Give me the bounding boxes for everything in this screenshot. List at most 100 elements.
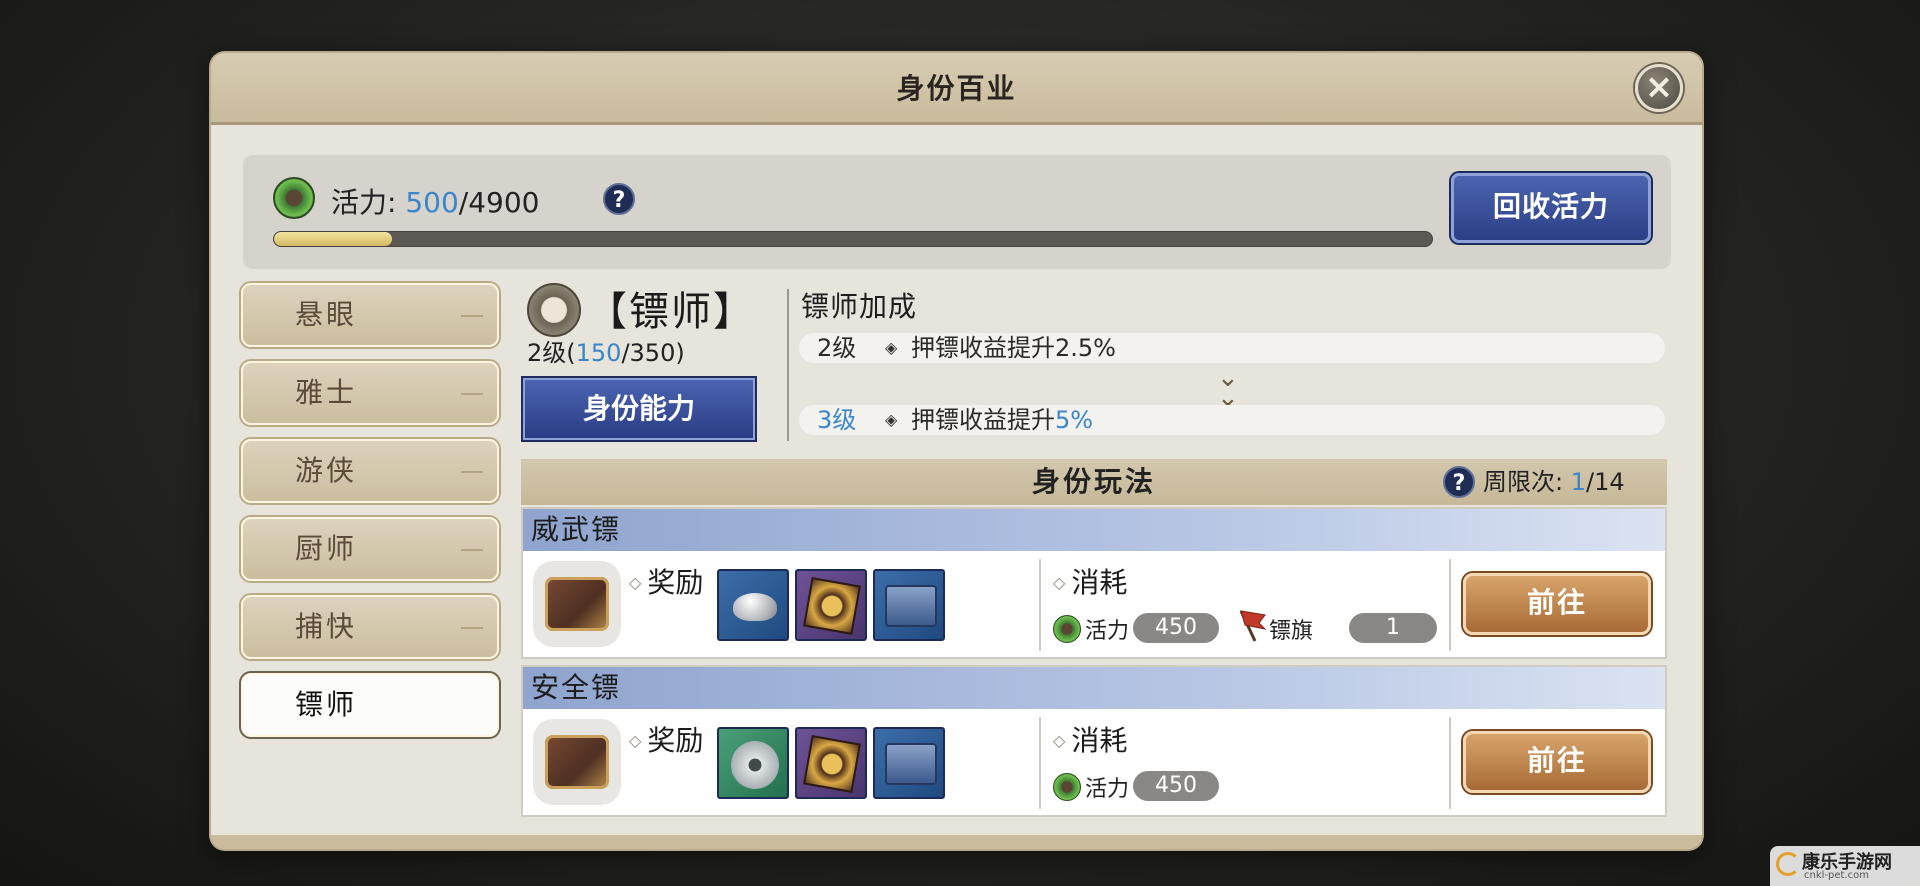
tab-bukuai[interactable]: 捕快 bbox=[241, 595, 499, 659]
vitality-box: 活力: 500/4900 ? 回收活力 bbox=[243, 155, 1671, 269]
cost-amount: 450 bbox=[1133, 613, 1219, 643]
cost-name: 镖旗 bbox=[1269, 619, 1314, 644]
tab-youxia[interactable]: 游侠 bbox=[241, 439, 499, 503]
cost-amount: 1 bbox=[1349, 613, 1437, 643]
coin-icon bbox=[731, 741, 779, 789]
watermark-subtitle: cnkl-pet.com bbox=[1804, 870, 1869, 881]
gameplay-help-icon[interactable]: ? bbox=[1443, 466, 1475, 498]
tab-decoration bbox=[461, 471, 483, 473]
vitality-label: 活力: 500/4900 bbox=[331, 181, 540, 221]
reward-label-text: 奖励 bbox=[647, 724, 704, 757]
divider bbox=[1449, 559, 1451, 651]
identity-ability-button[interactable]: 身份能力 bbox=[523, 378, 755, 440]
tab-decoration bbox=[461, 627, 483, 629]
treasure-chest-icon bbox=[533, 719, 621, 805]
treasure-chest-icon bbox=[533, 561, 621, 647]
vitality-help-icon[interactable]: ? bbox=[603, 183, 635, 215]
tab-label: 镖师 bbox=[295, 688, 358, 721]
bonus-next-text: 押镖收益提升5% bbox=[911, 405, 1093, 435]
tab-biaoshi[interactable]: 镖师 bbox=[241, 673, 499, 737]
reclaim-vitality-button[interactable]: 回收活力 bbox=[1451, 173, 1651, 243]
go-button[interactable]: 前往 bbox=[1463, 573, 1651, 635]
weekly-limit-rest: /14 bbox=[1586, 468, 1625, 496]
board-icon bbox=[803, 577, 861, 635]
divider bbox=[1449, 717, 1451, 809]
flag-icon bbox=[1239, 610, 1267, 642]
cost-amount: 450 bbox=[1133, 771, 1219, 801]
divider bbox=[1039, 717, 1041, 809]
weekly-limit-label: 周限次: bbox=[1483, 468, 1564, 496]
vitality-icon bbox=[1053, 615, 1081, 643]
dot-icon: ◇ bbox=[1053, 573, 1066, 592]
cost-name: 活力 bbox=[1085, 777, 1130, 802]
vitality-separator: / bbox=[458, 186, 469, 219]
gameplay-header: 身份玩法 ? 周限次: 1/14 bbox=[521, 459, 1667, 505]
dot-icon: ◇ bbox=[1053, 731, 1066, 750]
cost-name: 活力 bbox=[1085, 619, 1130, 644]
cost-label: ◇ 消耗 bbox=[1053, 561, 1127, 601]
bonus-current-row: 2级 ◈ 押镖收益提升2.5% bbox=[799, 333, 1665, 363]
reward-item[interactable] bbox=[873, 727, 945, 799]
board-icon bbox=[803, 735, 861, 793]
go-button[interactable]: 前往 bbox=[1463, 731, 1651, 793]
panel-title: 身份百业 bbox=[896, 72, 1017, 105]
cart-icon bbox=[527, 283, 581, 337]
close-icon: × bbox=[1644, 67, 1674, 107]
tab-label: 雅士 bbox=[295, 376, 358, 409]
bonus-next-value: 5% bbox=[1055, 406, 1094, 434]
panel-bottom-border bbox=[211, 835, 1702, 849]
divider bbox=[787, 289, 789, 441]
reward-item[interactable] bbox=[717, 727, 789, 799]
tab-chushi[interactable]: 厨师 bbox=[241, 517, 499, 581]
divider bbox=[1039, 559, 1041, 651]
bonus-current-level: 2级 bbox=[817, 334, 857, 362]
reward-label: ◇ 奖励 bbox=[629, 561, 703, 601]
vitality-progress-bar bbox=[273, 231, 1433, 247]
vitality-label-text: 活力: bbox=[331, 186, 397, 219]
chest-icon bbox=[885, 585, 937, 627]
escort-header: 威武镖 bbox=[523, 509, 1665, 551]
level-prefix: 2级( bbox=[527, 339, 576, 367]
vitality-current: 500 bbox=[405, 186, 459, 219]
reward-label-text: 奖励 bbox=[647, 566, 704, 599]
cost-label-text: 消耗 bbox=[1071, 566, 1128, 599]
identity-panel: 身份百业 × 活力: 500/4900 ? 回收活力 悬眼 雅士 游侠 厨师 捕… bbox=[211, 53, 1702, 849]
tab-decoration bbox=[461, 315, 483, 317]
chest-icon bbox=[885, 743, 937, 785]
vitality-progress-fill bbox=[274, 232, 393, 246]
bonus-next-row: 3级 ◈ 押镖收益提升5% bbox=[799, 405, 1665, 435]
escort-card: 安全镖 ◇ 奖励 ◇ 消耗 活力 450 前往 bbox=[521, 665, 1667, 817]
dot-icon: ◇ bbox=[629, 731, 642, 750]
bonus-current-text: 押镖收益提升2.5% bbox=[911, 334, 1116, 362]
watermark-logo-icon bbox=[1776, 852, 1800, 876]
chest-body bbox=[545, 735, 609, 789]
tab-label: 悬眼 bbox=[295, 298, 358, 331]
reward-item[interactable] bbox=[717, 569, 789, 641]
chevron-down-icon: ⌄ ⌄ bbox=[1217, 363, 1239, 413]
tab-xuanyan[interactable]: 悬眼 bbox=[241, 283, 499, 347]
weekly-limit-current: 1 bbox=[1570, 468, 1587, 496]
escort-name: 安全镖 bbox=[531, 671, 622, 704]
tab-yashi[interactable]: 雅士 bbox=[241, 361, 499, 425]
escort-name: 威武镖 bbox=[531, 513, 622, 546]
reward-label: ◇ 奖励 bbox=[629, 719, 703, 759]
reward-item[interactable] bbox=[795, 727, 867, 799]
dot-icon: ◇ bbox=[629, 573, 642, 592]
vitality-icon bbox=[1053, 773, 1081, 801]
escort-header: 安全镖 bbox=[523, 667, 1665, 709]
identity-level: 2级(150/350) bbox=[527, 333, 685, 368]
tab-decoration bbox=[461, 549, 483, 551]
tab-decoration bbox=[461, 393, 483, 395]
bonus-title: 镖师加成 bbox=[801, 290, 918, 323]
escort-card: 威武镖 ◇ 奖励 ◇ 消耗 活力 450 镖旗 1 前往 bbox=[521, 507, 1667, 659]
silver-ingot-icon bbox=[733, 593, 777, 621]
identity-name: 【镖师】 bbox=[587, 289, 755, 335]
cost-label: ◇ 消耗 bbox=[1053, 719, 1127, 759]
cost-label-text: 消耗 bbox=[1071, 724, 1128, 757]
tab-label: 游侠 bbox=[295, 454, 358, 487]
close-button[interactable]: × bbox=[1635, 64, 1683, 112]
tab-label: 捕快 bbox=[295, 610, 358, 643]
diamond-icon: ◈ bbox=[885, 410, 898, 429]
reward-item[interactable] bbox=[795, 569, 867, 641]
reward-item[interactable] bbox=[873, 569, 945, 641]
